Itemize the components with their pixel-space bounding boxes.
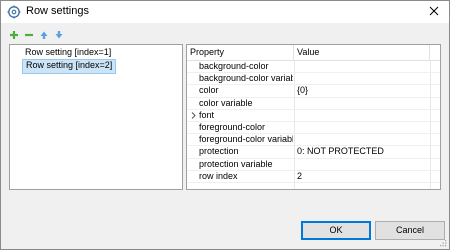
property-name: background-color variable xyxy=(199,73,293,84)
property-row[interactable]: color variable xyxy=(187,98,440,110)
property-row[interactable]: background-color xyxy=(187,61,440,74)
move-up-icon xyxy=(39,30,49,42)
property-name: background-color xyxy=(199,61,269,71)
property-value[interactable]: {0} xyxy=(297,85,427,96)
property-name: foreground-color xyxy=(199,122,266,132)
property-row[interactable]: protection 0: NOT PROTECTED xyxy=(187,146,440,159)
property-grid: Property Value background-color backgrou… xyxy=(186,44,441,190)
remove-row-button[interactable] xyxy=(23,30,35,42)
gear-cog-icon xyxy=(7,5,21,19)
list-item-selected[interactable]: Row setting [index=2] xyxy=(22,59,117,74)
property-name: protection variable xyxy=(199,158,273,169)
property-grid-header: Property Value xyxy=(187,45,440,61)
cancel-button[interactable]: Cancel xyxy=(375,221,445,240)
property-name: foreground-color variable xyxy=(199,134,293,145)
property-value[interactable] xyxy=(297,122,427,133)
property-row[interactable]: row index 2 xyxy=(187,171,440,183)
property-row-expandable[interactable]: font xyxy=(187,110,440,122)
property-value[interactable] xyxy=(297,98,427,109)
add-row-button[interactable] xyxy=(8,30,20,42)
property-value[interactable] xyxy=(297,73,427,84)
property-row[interactable]: foreground-color xyxy=(187,122,440,135)
resize-grip-icon[interactable] xyxy=(439,239,447,247)
close-icon xyxy=(429,6,439,18)
list-item-label: Row setting [index=2] xyxy=(26,60,113,70)
property-value[interactable]: 2 xyxy=(297,171,427,182)
move-up-button[interactable] xyxy=(38,30,50,42)
property-name: row index xyxy=(199,170,238,181)
property-value[interactable] xyxy=(297,110,427,121)
property-row[interactable]: color {0} xyxy=(187,85,440,98)
list-toolbar xyxy=(8,30,65,42)
list-item-label: Row setting [index=1] xyxy=(25,47,112,57)
property-value[interactable] xyxy=(297,159,427,170)
row-settings-list[interactable]: Row setting [index=1] Row setting [index… xyxy=(9,44,183,190)
property-name: color variable xyxy=(199,97,253,108)
move-down-button[interactable] xyxy=(53,30,65,42)
property-value[interactable] xyxy=(297,61,427,72)
property-value[interactable] xyxy=(297,134,427,145)
property-value[interactable]: 0: NOT PROTECTED xyxy=(297,146,427,157)
property-row[interactable]: background-color variable xyxy=(187,73,440,86)
row-settings-dialog: Row settings Row setting [index=1] Row s… xyxy=(0,0,450,250)
ok-button[interactable]: OK xyxy=(301,221,371,240)
property-row[interactable]: protection variable xyxy=(187,159,440,171)
add-icon xyxy=(9,30,19,42)
chevron-right-icon[interactable] xyxy=(190,110,197,121)
title-bar[interactable]: Row settings xyxy=(1,1,449,23)
list-item[interactable]: Row setting [index=1] xyxy=(22,46,114,59)
column-header-property[interactable]: Property xyxy=(187,45,294,60)
property-row[interactable]: foreground-color variable xyxy=(187,134,440,147)
column-header-value[interactable]: Value xyxy=(294,45,430,60)
property-name: font xyxy=(199,109,215,120)
close-button[interactable] xyxy=(419,1,449,23)
window-title: Row settings xyxy=(26,5,89,17)
move-down-icon xyxy=(54,30,64,42)
remove-icon xyxy=(24,30,34,42)
property-name: color xyxy=(199,85,219,96)
property-name: protection xyxy=(199,146,239,157)
